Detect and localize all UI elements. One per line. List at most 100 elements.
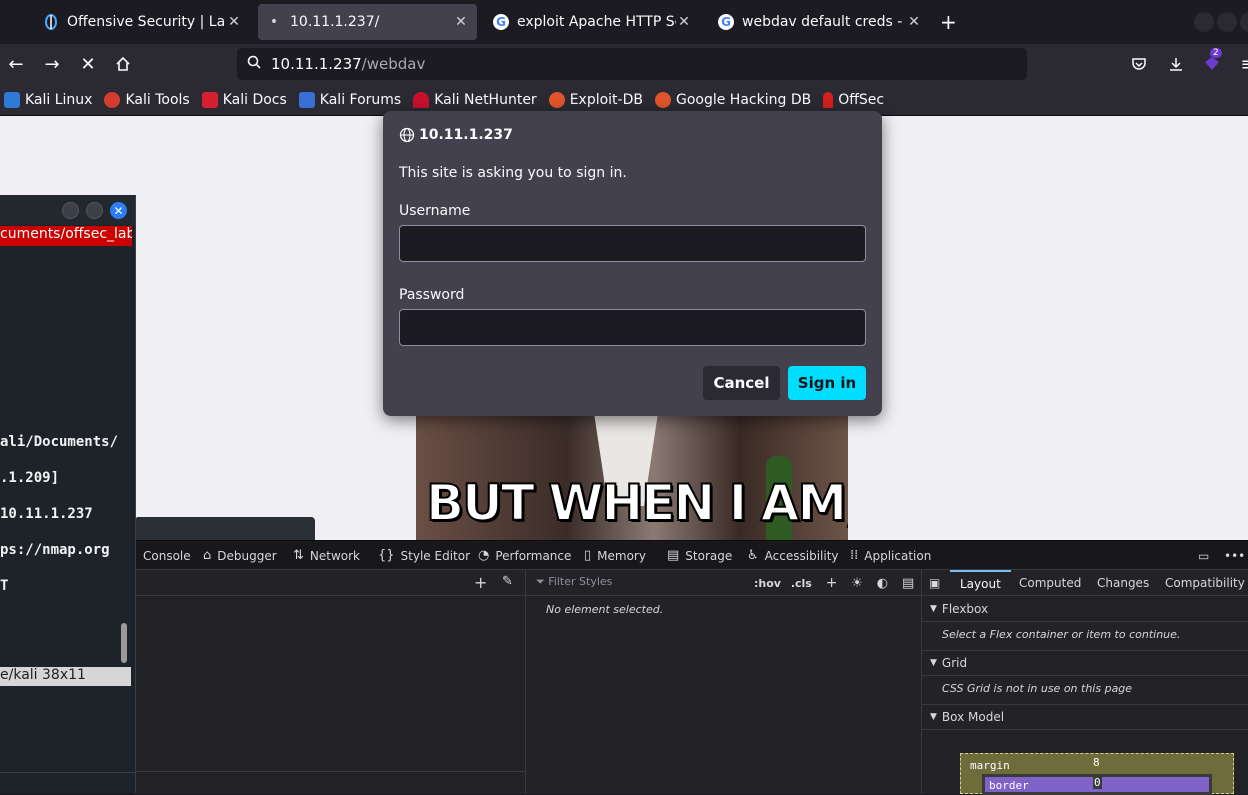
bookmark-kali-tools[interactable]: Kali Tools — [104, 91, 190, 108]
filter-styles-input[interactable]: ⏷ Filter Styles — [536, 575, 612, 589]
bookmark-kali-docs[interactable]: Kali Docs — [201, 91, 287, 108]
sidebar-tab-compatibility[interactable]: Compatibility — [1165, 570, 1245, 596]
close-icon[interactable]: ✕ — [676, 14, 692, 30]
url-bar[interactable]: 10.11.1.237/webdav — [237, 48, 1027, 80]
bookmark-kali-forums[interactable]: Kali Forums — [298, 91, 401, 108]
bookmark-kali-linux[interactable]: Kali Linux — [4, 91, 93, 108]
devtools-tabs: Console ⌂ Debugger ⇅ Network {} Style Edito… — [136, 541, 1248, 570]
flexbox-section-header[interactable]: ▼ Flexbox — [922, 596, 1248, 622]
devtools-tab-performance[interactable]: ◔ Performance — [478, 541, 571, 570]
add-rule-icon[interactable]: + — [826, 575, 838, 591]
devtools-tab-style-editor[interactable]: {} Style Editor — [378, 541, 470, 570]
meme-caption: BUT WHEN I AM, I'LL — [425, 473, 848, 533]
no-element-message: No element selected. — [546, 603, 664, 616]
memory-icon: ▯ — [584, 548, 592, 563]
password-input[interactable] — [399, 309, 866, 346]
url-path: /webdav — [361, 55, 426, 73]
maximize-window-icon[interactable] — [1217, 12, 1237, 32]
close-icon[interactable]: ✕ — [453, 14, 469, 30]
tab-title: exploit Apache HTTP Serv — [517, 14, 676, 30]
terminal-minimize-icon[interactable] — [62, 202, 79, 219]
username-input[interactable] — [399, 225, 866, 262]
extension-badge: 2 — [1210, 48, 1222, 58]
terminal-maximize-icon[interactable] — [86, 202, 103, 219]
devtools-tab-storage[interactable]: ▤ Storage — [667, 541, 732, 570]
performance-icon: ◔ — [478, 548, 490, 563]
eyedropper-icon[interactable]: ✎ — [502, 574, 513, 589]
devtools-tab-memory[interactable]: ▯ Memory — [584, 541, 646, 570]
download-icon[interactable] — [1164, 52, 1188, 76]
bookmark-label: Kali Tools — [125, 91, 190, 108]
toggle-sidebar-icon[interactable]: ▣ — [929, 570, 940, 596]
devtools-tab-debugger[interactable]: ⌂ Debugger — [203, 541, 277, 570]
breadcrumb-bar — [136, 771, 526, 794]
rules-toolbar: ⏷ Filter Styles :hov .cls + ☀ ◐ ▤ — [526, 570, 922, 596]
devtools-tab-network[interactable]: ⇅ Network — [293, 541, 360, 570]
globe-icon — [399, 127, 415, 143]
tab-offsec-labs[interactable]: Offensive Security | Labs ✕ — [35, 4, 250, 40]
tab-webdav-creds[interactable]: G webdav default creds - Go ✕ — [710, 4, 930, 40]
bookmark-label: Kali Linux — [25, 91, 93, 108]
terminal-close-icon[interactable]: ✕ — [110, 202, 127, 219]
sign-in-button[interactable]: Sign in — [788, 366, 866, 400]
bookmark-kali-nethunter[interactable]: Kali NetHunter — [413, 91, 537, 108]
back-arrow-icon[interactable]: ← — [4, 52, 28, 76]
bookmark-label: Exploit-DB — [569, 91, 643, 108]
flexbox-message: Select a Flex container or item to conti… — [942, 628, 1181, 641]
menu-icon[interactable]: ≡ — [1236, 52, 1248, 76]
close-icon[interactable]: ✕ — [906, 14, 922, 30]
markup-pane: + ✎ — [136, 570, 526, 794]
border-value[interactable]: 0 — [1093, 776, 1102, 789]
hov-toggle[interactable]: :hov — [754, 577, 781, 590]
cls-toggle[interactable]: .cls — [791, 577, 812, 590]
markup-toolbar: + ✎ — [136, 570, 526, 596]
light-scheme-icon[interactable]: ☀ — [851, 576, 863, 591]
grid-message: CSS Grid is not in use on this page — [942, 682, 1133, 695]
pocket-icon[interactable] — [1127, 52, 1151, 76]
terminal-path: cuments/offsec_labs — [0, 226, 132, 246]
home-icon[interactable] — [111, 52, 135, 76]
kali-forums-icon — [298, 91, 315, 108]
add-node-icon[interactable]: + — [474, 573, 487, 592]
style-editor-icon: {} — [378, 548, 395, 563]
minimize-window-icon[interactable] — [1194, 12, 1214, 32]
forward-arrow-icon[interactable]: → — [40, 52, 64, 76]
grid-section-header[interactable]: ▼ Grid — [922, 650, 1248, 676]
devtools-tab-accessibility[interactable]: ♿ Accessibility — [747, 541, 839, 570]
accessibility-icon: ♿ — [747, 548, 759, 563]
collapse-arrow-icon: ▼ — [930, 712, 937, 722]
bookmark-google-hacking-db[interactable]: Google Hacking DB — [654, 91, 811, 108]
google-icon: G — [493, 14, 509, 30]
offsec-logo-icon — [43, 14, 59, 30]
box-model-section-header[interactable]: ▼ Box Model — [922, 704, 1248, 730]
stop-loading-icon[interactable]: ✕ — [76, 52, 100, 76]
dock-side-icon[interactable]: ▭ — [1198, 541, 1209, 570]
margin-value[interactable]: 8 — [1093, 756, 1100, 769]
devtools-tab-console[interactable]: Console — [143, 541, 191, 570]
print-simulation-icon[interactable]: ▤ — [902, 576, 914, 591]
new-tab-icon[interactable]: + — [940, 10, 957, 34]
tab-webdav[interactable]: • 10.11.1.237/ ✕ — [258, 4, 477, 40]
rules-pane: ⏷ Filter Styles :hov .cls + ☀ ◐ ▤ No ele… — [526, 570, 922, 794]
bookmark-offsec[interactable]: OffSec — [823, 91, 885, 108]
bookmark-exploit-db[interactable]: Exploit-DB — [548, 91, 643, 108]
bookmark-label: OffSec — [838, 91, 885, 108]
devtools-tab-application[interactable]: ⁞⁞ Application — [850, 541, 931, 570]
background-window-edge — [136, 517, 315, 541]
close-icon[interactable]: ✕ — [226, 14, 242, 30]
extension-icon[interactable]: 2 — [1200, 48, 1224, 76]
sidebar-tab-layout[interactable]: Layout — [950, 570, 1011, 596]
sidebar-tab-changes[interactable]: Changes — [1097, 570, 1149, 596]
margin-label: margin — [970, 759, 1010, 772]
storage-icon: ▤ — [667, 548, 680, 563]
more-options-icon[interactable]: ••• — [1224, 541, 1245, 570]
url-host: 10.11.1.237 — [271, 55, 362, 73]
close-window-icon[interactable] — [1240, 12, 1248, 32]
tab-exploit-apache[interactable]: G exploit Apache HTTP Serv ✕ — [485, 4, 700, 40]
cancel-button[interactable]: Cancel — [703, 366, 780, 400]
terminal-line: .1.209] — [0, 470, 60, 486]
sidebar-tab-computed[interactable]: Computed — [1019, 570, 1081, 596]
terminal-line: ps://nmap.org — [0, 542, 110, 558]
dark-scheme-icon[interactable]: ◐ — [877, 576, 888, 591]
terminal-scrollbar[interactable] — [121, 623, 127, 663]
